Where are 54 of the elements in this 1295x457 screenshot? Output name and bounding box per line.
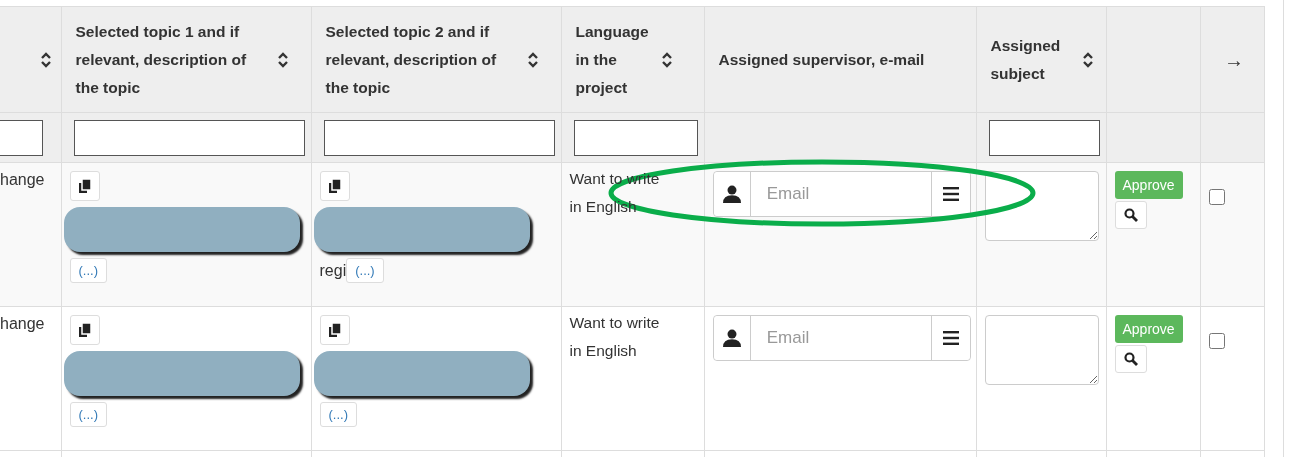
copy-button[interactable] [69,315,100,345]
column-header[interactable]: → [1200,6,1264,113]
menu-icon [942,187,959,201]
table-cell: hange [0,315,45,332]
column-header[interactable]: Language in the project [561,6,704,113]
filter-field[interactable] [573,119,698,156]
email-field[interactable]: Email [712,171,971,217]
copy-icon [77,179,92,193]
expand-button[interactable]: (...) [69,258,107,283]
column-header[interactable]: Assigned subject [976,6,1106,113]
person-icon [722,329,741,347]
person-icon [722,185,741,203]
header-label: Assigned supervisor, e-mail [718,49,926,70]
email-field[interactable]: Email [712,315,971,361]
expand-button[interactable]: (...) [69,402,107,427]
topic-text: regi [319,261,347,280]
subject-field[interactable] [984,171,1099,241]
filter-field[interactable] [988,119,1100,156]
expand-button[interactable]: (...) [346,258,384,283]
expand-button[interactable]: (...) [319,402,357,427]
filter-field[interactable] [0,119,43,156]
copy-icon [327,323,342,337]
copy-icon [77,323,92,337]
sort-icon[interactable] [1082,51,1093,68]
column-header[interactable]: Selected topic 1 and if relevant, description of the topic [61,6,311,113]
menu-button[interactable] [930,316,970,360]
menu-button[interactable] [930,172,970,216]
column-header[interactable]: Assigned supervisor, e-mail [704,6,976,113]
table-cell: hange [0,171,45,188]
table-cell-text: Want to write in English [569,313,661,361]
subject-field[interactable] [984,315,1099,385]
row-checkbox[interactable] [1208,189,1225,205]
row-checkbox[interactable] [1208,333,1225,349]
sort-icon[interactable] [40,51,51,68]
copy-button[interactable] [319,171,350,201]
search-button[interactable] [1114,201,1147,229]
sort-icon[interactable] [277,51,288,68]
column-header[interactable]: Selected topic 2 and if relevant, description of the topic [311,6,561,113]
header-label: Assigned subject [990,35,1062,84]
copy-button[interactable] [69,171,100,201]
header-label: Selected topic 1 and if relevant, description of the topic [75,21,248,98]
copy-button[interactable] [319,315,350,345]
copy-icon [327,179,342,193]
header-label: Language in the project [575,21,650,98]
menu-icon [942,331,959,345]
search-icon [1123,352,1138,366]
header-label: Selected topic 2 and if relevant, description of the topic [325,21,498,98]
header-label: → [1223,47,1245,73]
sort-icon[interactable] [527,51,538,68]
filter-field[interactable] [323,119,555,156]
sort-icon[interactable] [661,51,672,68]
search-button[interactable] [1114,345,1147,373]
search-icon [1123,208,1138,222]
filter-field[interactable] [73,119,305,156]
